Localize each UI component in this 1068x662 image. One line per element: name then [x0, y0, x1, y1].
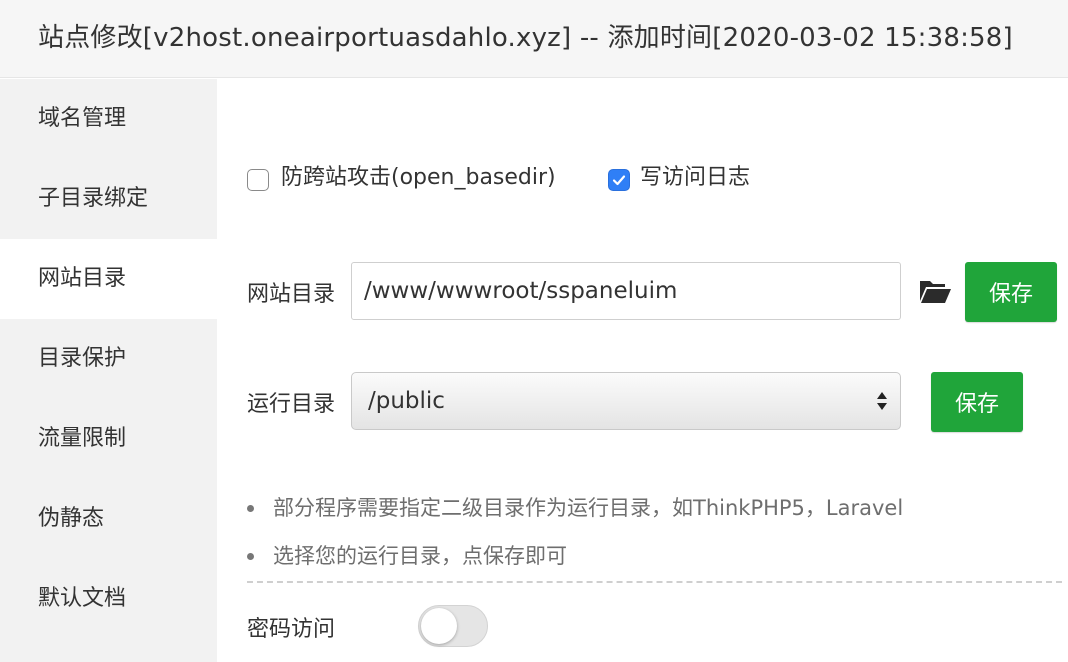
sidebar-item-default-document[interactable]: 默认文档 [0, 559, 217, 639]
bullet-icon [247, 505, 254, 512]
sidebar-item-subdir-binding[interactable]: 子目录绑定 [0, 159, 217, 239]
sidebar-item-site-directory[interactable]: 网站目录 [0, 239, 217, 319]
hint-text: 部分程序需要指定二级目录作为运行目录，如ThinkPHP5，Laravel [273, 496, 904, 520]
site-dir-input[interactable] [351, 262, 901, 320]
hint-item: 部分程序需要指定二级目录作为运行目录，如ThinkPHP5，Laravel [247, 484, 903, 532]
select-arrows-icon [877, 392, 887, 410]
hint-item: 选择您的运行目录，点保存即可 [247, 532, 903, 580]
sidebar-item-dir-protection[interactable]: 目录保护 [0, 319, 217, 399]
site-dir-label: 网站目录 [247, 282, 336, 307]
password-access-toggle[interactable] [418, 605, 488, 647]
bullet-icon [247, 553, 254, 560]
write-log-checkbox[interactable] [608, 169, 630, 191]
anti-cross-site-checkbox[interactable] [247, 169, 269, 191]
hint-list: 部分程序需要指定二级目录作为运行目录，如ThinkPHP5，Laravel 选择… [247, 484, 903, 580]
folder-open-icon[interactable] [918, 276, 952, 306]
sidebar: 域名管理 子目录绑定 网站目录 目录保护 流量限制 伪静态 默认文档 [0, 79, 217, 662]
divider [247, 581, 1062, 583]
run-dir-selected-value: /public [368, 388, 445, 414]
write-log-label[interactable]: 写访问日志 [640, 161, 750, 195]
run-dir-save-button[interactable]: 保存 [931, 372, 1023, 432]
toggle-knob [421, 608, 457, 644]
sidebar-item-rewrite[interactable]: 伪静态 [0, 479, 217, 559]
run-dir-select[interactable]: /public [351, 372, 901, 430]
password-access-label: 密码访问 [247, 617, 336, 642]
main-content: 防跨站攻击(open_basedir) 写访问日志 网站目录 保存 运行目录 /… [217, 79, 1068, 662]
site-dir-save-button[interactable]: 保存 [965, 262, 1057, 322]
dialog-title: 站点修改[v2host.oneairportuasdahlo.xyz] -- 添… [38, 23, 1013, 53]
anti-cross-site-label[interactable]: 防跨站攻击(open_basedir) [281, 161, 556, 195]
run-dir-label: 运行目录 [247, 392, 336, 417]
dialog-header: 站点修改[v2host.oneairportuasdahlo.xyz] -- 添… [0, 0, 1068, 78]
sidebar-item-traffic-limit[interactable]: 流量限制 [0, 399, 217, 479]
checkmark-icon [612, 175, 626, 186]
hint-text: 选择您的运行目录，点保存即可 [273, 544, 567, 568]
sidebar-item-domain[interactable]: 域名管理 [0, 79, 217, 159]
